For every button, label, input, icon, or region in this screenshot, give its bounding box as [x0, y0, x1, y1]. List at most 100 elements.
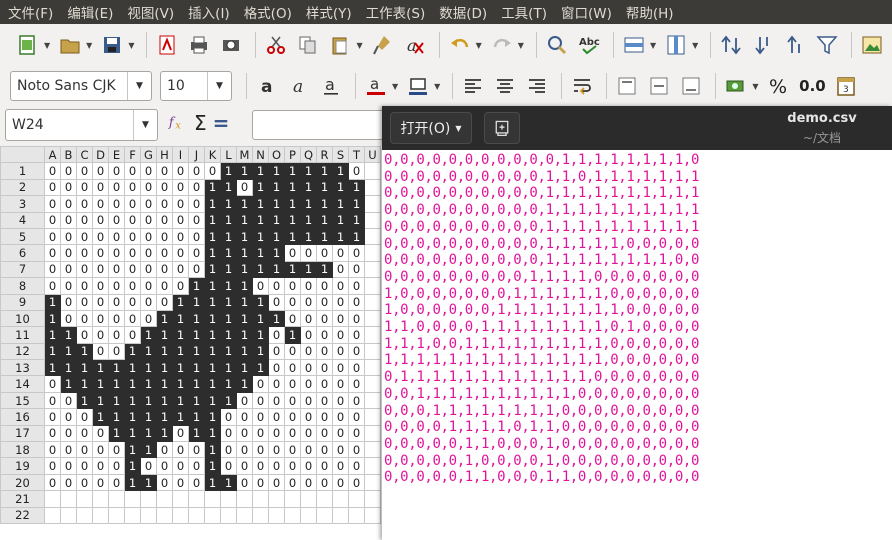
cell[interactable]: 0 [252, 391, 269, 410]
cell[interactable]: 1 [172, 408, 189, 426]
cell[interactable]: 0 [108, 227, 125, 246]
cell[interactable]: 1 [300, 260, 317, 279]
cell[interactable]: 0 [284, 375, 301, 393]
cell[interactable]: 1 [156, 309, 173, 328]
cell[interactable]: 0 [60, 457, 77, 475]
cell[interactable] [268, 506, 285, 524]
cell[interactable]: 1 [220, 178, 237, 197]
cell[interactable]: 0 [188, 178, 205, 197]
align-left-icon[interactable] [459, 72, 487, 100]
cell[interactable]: 0 [92, 473, 109, 492]
cell[interactable]: 0 [300, 424, 317, 443]
cell[interactable]: 1 [188, 277, 205, 295]
cell[interactable]: 1 [236, 162, 253, 180]
cell[interactable]: 1 [188, 359, 205, 377]
undo-dropdown-icon[interactable]: ▼ [476, 41, 482, 50]
cell[interactable]: 0 [60, 244, 77, 262]
cell[interactable] [364, 506, 381, 524]
cell[interactable]: 0 [316, 244, 333, 262]
cell[interactable]: 1 [236, 277, 253, 295]
new-tab-button[interactable] [484, 112, 520, 144]
cell[interactable]: 0 [108, 277, 125, 295]
cell[interactable]: 0 [332, 408, 349, 426]
cell[interactable]: 1 [332, 162, 349, 180]
cell[interactable]: 0 [220, 408, 237, 426]
cell[interactable]: 0 [172, 260, 189, 279]
cell[interactable]: 0 [284, 359, 301, 377]
cell[interactable]: 1 [204, 424, 221, 443]
align-right-icon[interactable] [523, 72, 551, 100]
cell[interactable]: 0 [332, 441, 349, 459]
cell[interactable]: 1 [348, 195, 365, 213]
cell[interactable]: 1 [316, 162, 333, 180]
cell[interactable]: 1 [204, 227, 221, 246]
cell[interactable]: 1 [220, 309, 237, 328]
cell[interactable]: 0 [300, 408, 317, 426]
formula-icon[interactable]: = [213, 112, 230, 137]
cell[interactable]: 1 [172, 391, 189, 410]
cell[interactable]: 1 [76, 342, 93, 361]
column-header[interactable]: E [108, 146, 125, 164]
cell[interactable]: 1 [204, 277, 221, 295]
cell[interactable]: 0 [284, 408, 301, 426]
cell[interactable] [364, 359, 381, 377]
cell[interactable]: 0 [124, 211, 141, 229]
cell[interactable]: 1 [44, 309, 61, 328]
cell[interactable]: 0 [268, 375, 285, 393]
cell[interactable]: 0 [348, 293, 365, 311]
cell[interactable]: 1 [284, 260, 301, 279]
number-format-button[interactable]: 0.0 [796, 72, 828, 100]
cell[interactable]: 0 [188, 195, 205, 213]
cell[interactable] [156, 506, 173, 524]
cell[interactable] [268, 490, 285, 508]
cell[interactable]: 0 [284, 391, 301, 410]
cell[interactable]: 0 [44, 375, 61, 393]
cell[interactable] [76, 490, 93, 508]
currency-dropdown-icon[interactable]: ▼ [752, 82, 758, 91]
row-header[interactable]: 22 [0, 506, 45, 524]
cell[interactable] [364, 162, 381, 180]
column-icon[interactable] [662, 31, 690, 59]
cell[interactable]: 0 [108, 260, 125, 279]
cell[interactable] [236, 506, 253, 524]
cell[interactable]: 0 [252, 424, 269, 443]
cell[interactable]: 0 [156, 457, 173, 475]
cell[interactable]: 0 [108, 441, 125, 459]
column-header[interactable]: O [268, 146, 285, 164]
cell[interactable] [108, 506, 125, 524]
cell[interactable]: 1 [44, 342, 61, 361]
cell[interactable]: 0 [60, 293, 77, 311]
cell[interactable]: 1 [332, 178, 349, 197]
cell[interactable]: 0 [124, 227, 141, 246]
cell[interactable]: 1 [348, 178, 365, 197]
cell[interactable]: 1 [204, 375, 221, 393]
row-header[interactable]: 16 [0, 408, 45, 426]
cell[interactable]: 0 [188, 441, 205, 459]
cell[interactable]: 0 [60, 473, 77, 492]
cell[interactable]: 1 [348, 211, 365, 229]
row-header[interactable]: 20 [0, 473, 45, 492]
cell[interactable]: 0 [316, 293, 333, 311]
cell[interactable]: 0 [172, 195, 189, 213]
column-header[interactable]: Q [300, 146, 317, 164]
open-folder-icon[interactable] [56, 31, 84, 59]
cell[interactable]: 0 [268, 473, 285, 492]
cell[interactable]: 1 [92, 359, 109, 377]
cell[interactable]: 1 [348, 227, 365, 246]
cell[interactable]: 1 [316, 211, 333, 229]
save-dropdown-icon[interactable]: ▼ [128, 41, 134, 50]
cell[interactable]: 0 [284, 441, 301, 459]
percent-format-icon[interactable]: % [764, 72, 792, 100]
cell[interactable]: 0 [332, 375, 349, 393]
cell[interactable]: 0 [348, 375, 365, 393]
cell[interactable]: 1 [140, 342, 157, 361]
cell[interactable]: 1 [316, 227, 333, 246]
spelling-icon[interactable]: Abc [575, 31, 603, 59]
cell[interactable]: 1 [156, 359, 173, 377]
cell[interactable]: 1 [140, 424, 157, 443]
cell[interactable]: 0 [60, 211, 77, 229]
cell[interactable]: 1 [268, 227, 285, 246]
cell[interactable]: 0 [284, 473, 301, 492]
cell[interactable]: 0 [92, 244, 109, 262]
cell[interactable]: 1 [140, 408, 157, 426]
